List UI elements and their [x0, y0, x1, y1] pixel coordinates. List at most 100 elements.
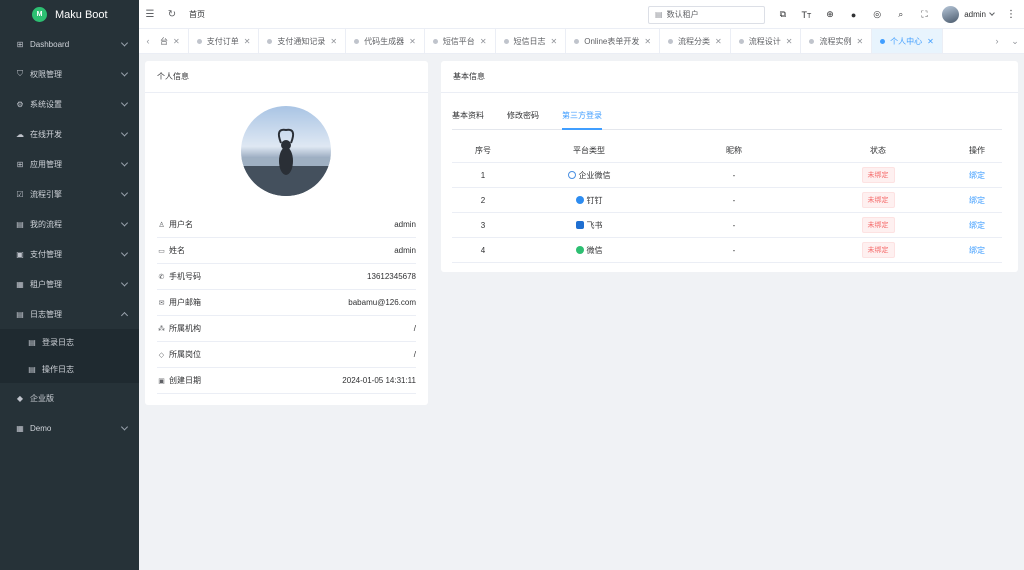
- tab-pay-notify[interactable]: 支付通知记录 ✕: [259, 29, 347, 53]
- tabs-menu-chevron-down-icon[interactable]: ⌄: [1006, 36, 1024, 47]
- tab-dot-icon: [354, 38, 360, 44]
- bind-link[interactable]: 绑定: [952, 195, 1002, 206]
- tabs-scroll-right-icon[interactable]: ›: [988, 36, 1006, 46]
- chevron-down-icon: [120, 249, 129, 257]
- wecom-icon: [567, 171, 576, 179]
- bind-link[interactable]: 绑定: [952, 170, 1002, 181]
- component-size-icon[interactable]: ⧉: [771, 9, 795, 20]
- tab-dot-icon: [267, 38, 273, 44]
- nickname: -: [732, 245, 736, 255]
- app-logo[interactable]: M Maku Boot: [0, 0, 139, 29]
- user-name[interactable]: admin: [964, 10, 986, 19]
- close-icon[interactable]: ✕: [644, 37, 651, 46]
- more-vertical-icon[interactable]: ⋮: [1006, 9, 1016, 20]
- info-value: admin: [394, 246, 416, 255]
- tab-dashboard[interactable]: 台 ✕: [157, 29, 189, 53]
- tab-label: 流程分类: [678, 36, 711, 46]
- phone-icon: ✆: [158, 273, 165, 281]
- sidebar-item-label: 权限管理: [30, 69, 62, 79]
- menu-fold-icon[interactable]: ☰: [139, 9, 161, 20]
- close-icon[interactable]: ✕: [480, 37, 487, 46]
- search-icon[interactable]: ⌕: [889, 9, 913, 20]
- tab-sms-log[interactable]: 短信日志 ✕: [496, 29, 567, 53]
- row-index: 4: [480, 245, 486, 255]
- language-globe-icon[interactable]: ⊕: [818, 9, 842, 20]
- bind-link[interactable]: 绑定: [952, 220, 1002, 231]
- sidebar-item-system-settings[interactable]: ⚙ 系统设置: [0, 89, 139, 119]
- info-row-phone: ✆ 手机号码 13612345678: [157, 264, 416, 290]
- shield-icon: ⛉: [17, 69, 23, 78]
- sidebar-item-tenant[interactable]: ▦ 租户管理: [0, 269, 139, 299]
- close-icon[interactable]: ✕: [927, 37, 934, 46]
- sidebar-item-my-flow[interactable]: ▤ 我的流程: [0, 209, 139, 239]
- tab-pay-order[interactable]: 支付订单 ✕: [189, 29, 260, 53]
- tab-change-password[interactable]: 修改密码: [507, 110, 539, 130]
- close-icon[interactable]: ✕: [409, 37, 416, 46]
- user-avatar[interactable]: [942, 6, 960, 23]
- close-icon[interactable]: ✕: [786, 37, 793, 46]
- sidebar-item-operation-log[interactable]: ▤ 操作日志: [0, 356, 139, 383]
- tab-third-party-login[interactable]: 第三方登录: [562, 110, 602, 130]
- info-row-org: ⁂ 所属机构 /: [157, 316, 416, 342]
- chevron-down-icon: [120, 189, 129, 197]
- login-log-icon: ▤: [28, 338, 36, 347]
- gitee-icon[interactable]: ◎: [865, 9, 889, 20]
- sidebar-item-app-management[interactable]: ⊞ 应用管理: [0, 149, 139, 179]
- tab-sms-platform[interactable]: 短信平台 ✕: [425, 29, 496, 53]
- status-badge: 未绑定: [861, 242, 895, 258]
- chevron-down-icon[interactable]: [989, 10, 995, 16]
- sidebar-item-label: 操作日志: [42, 365, 74, 374]
- close-icon[interactable]: ✕: [173, 37, 180, 46]
- tab-flow-design[interactable]: 流程设计 ✕: [731, 29, 802, 53]
- sidebar-item-label: 日志管理: [30, 309, 62, 319]
- card-title: 基本信息: [441, 61, 1018, 93]
- refresh-icon[interactable]: ↻: [161, 9, 183, 20]
- tab-dot-icon: [880, 38, 886, 44]
- nickname: -: [732, 170, 736, 180]
- tab-personal-center[interactable]: 个人中心 ✕: [872, 29, 943, 53]
- tab-dot-icon: [503, 38, 509, 44]
- breadcrumb-home[interactable]: 首页: [189, 9, 205, 20]
- tab-dot-icon: [432, 38, 438, 44]
- chevron-down-icon: [120, 69, 129, 77]
- tab-code-generator[interactable]: 代码生成器 ✕: [346, 29, 425, 53]
- sidebar-item-label: 租户管理: [30, 279, 62, 289]
- table-row: 2 钉钉 - 未绑定 绑定: [452, 188, 1002, 213]
- tab-flow-category[interactable]: 流程分类 ✕: [660, 29, 731, 53]
- tab-flow-instance[interactable]: 流程实例 ✕: [801, 29, 873, 53]
- profile-photo: [241, 128, 331, 196]
- tab-online-form[interactable]: Online表单开发 ✕: [566, 29, 661, 53]
- tabs-scroll-left-icon[interactable]: ‹: [139, 36, 157, 46]
- close-icon[interactable]: ✕: [856, 37, 863, 46]
- close-icon[interactable]: ✕: [551, 37, 558, 46]
- sidebar-item-enterprise[interactable]: ◆ 企业版: [0, 383, 139, 413]
- sidebar-item-payment[interactable]: ▣ 支付管理: [0, 239, 139, 269]
- gear-icon: ⚙: [16, 99, 24, 109]
- info-value: /: [413, 324, 416, 333]
- diamond-icon: ◆: [16, 393, 24, 403]
- info-label: 所属机构: [169, 324, 201, 333]
- chevron-down-icon: [120, 159, 129, 167]
- fullscreen-icon[interactable]: ⛶: [913, 9, 937, 20]
- tab-label: 支付通知记录: [277, 36, 326, 46]
- bind-link[interactable]: 绑定: [952, 245, 1002, 256]
- sidebar-item-demo[interactable]: ▦ Demo: [0, 413, 139, 443]
- close-icon[interactable]: ✕: [244, 37, 251, 46]
- sidebar-item-permissions[interactable]: ⛉ 权限管理: [0, 59, 139, 89]
- platform-name: 微信: [586, 245, 603, 255]
- info-label: 用户名: [169, 220, 193, 229]
- close-icon[interactable]: ✕: [330, 37, 337, 46]
- close-icon[interactable]: ✕: [715, 37, 722, 46]
- tenant-select[interactable]: ▤ 数认租户: [648, 5, 766, 24]
- sidebar-item-log-management[interactable]: ▤ 日志管理: [0, 299, 139, 329]
- github-icon[interactable]: ●: [842, 10, 866, 20]
- nickname: -: [732, 195, 736, 205]
- sidebar-item-flow-engine[interactable]: ☑ 流程引擎: [0, 179, 139, 209]
- sidebar-item-dashboard[interactable]: ⊞ Dashboard: [0, 29, 139, 59]
- tab-basic-profile[interactable]: 基本资料: [452, 110, 484, 130]
- tab-label: 流程实例: [819, 36, 852, 46]
- font-size-icon[interactable]: TT: [795, 10, 819, 20]
- sidebar-item-online-dev[interactable]: ☁ 在线开发: [0, 119, 139, 149]
- sidebar-item-login-log[interactable]: ▤ 登录日志: [0, 329, 139, 356]
- info-row-email: ✉ 用户邮箱 babamu@126.com: [157, 290, 416, 316]
